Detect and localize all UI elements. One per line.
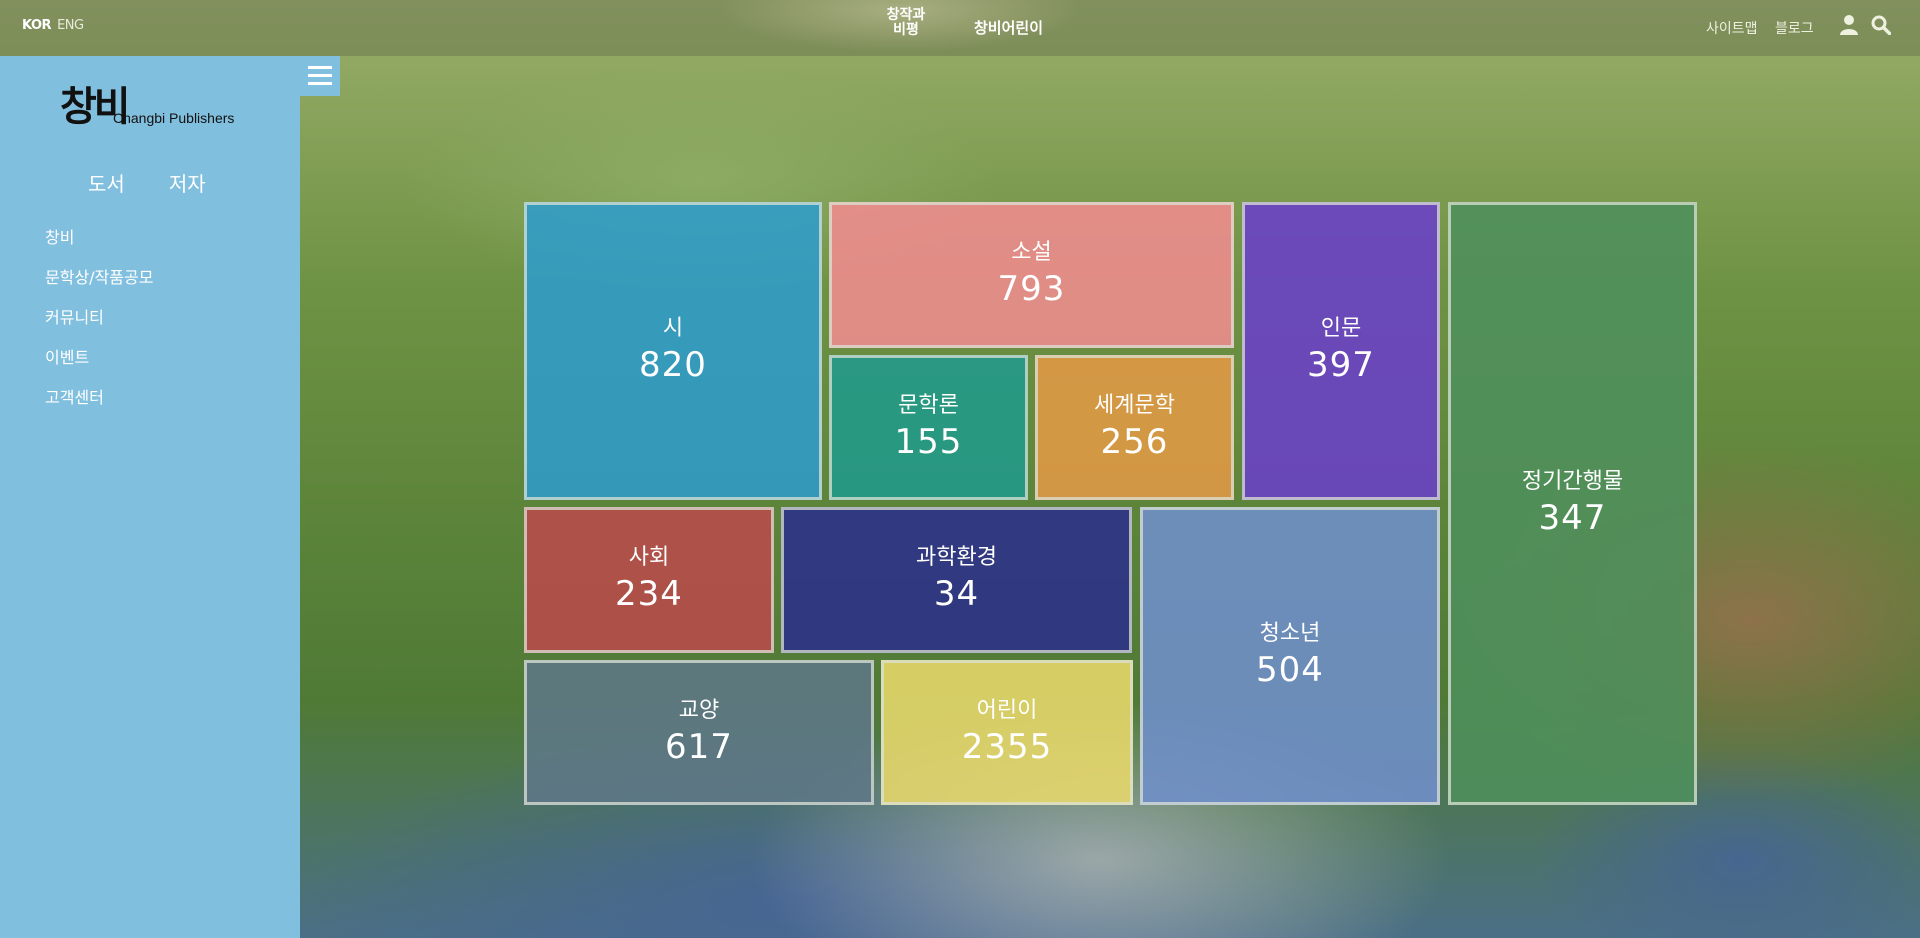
category-name: 교양: [678, 697, 720, 723]
lang-eng-link[interactable]: ENG: [57, 18, 84, 33]
category-tile[interactable]: 인문 397: [1242, 202, 1440, 500]
category-count: 820: [639, 345, 707, 385]
category-count: 793: [997, 269, 1066, 309]
category-count: 155: [894, 421, 963, 462]
tab-books[interactable]: 도서: [88, 172, 125, 196]
sitemap-link[interactable]: 사이트맵: [1706, 18, 1758, 38]
blog-link[interactable]: 블로그: [1775, 18, 1814, 38]
changbi-children-link[interactable]: 창비어린이: [974, 17, 1043, 38]
category-count: 2355: [961, 726, 1053, 767]
category-tile[interactable]: 과학환경 34: [781, 507, 1132, 653]
lang-kor-link[interactable]: KOR: [22, 18, 52, 33]
category-name: 세계문학: [1094, 392, 1175, 418]
sidebar-item-customer-center[interactable]: 고객센터: [45, 388, 153, 428]
sidebar-item-awards[interactable]: 문학상/작품공모: [45, 268, 153, 308]
category-name: 문학론: [898, 392, 959, 418]
category-tile[interactable]: 세계문학 256: [1035, 355, 1234, 500]
category-tile[interactable]: 문학론 155: [829, 355, 1028, 500]
sidebar-item-events[interactable]: 이벤트: [45, 348, 153, 388]
category-name: 어린이: [976, 697, 1038, 723]
search-icon[interactable]: [1871, 15, 1891, 35]
brand-a-line1: 창작과: [886, 7, 926, 23]
sidebar-tabs: 도서 저자: [88, 168, 250, 197]
category-name: 시: [662, 316, 684, 341]
menu-toggle-button[interactable]: [300, 56, 340, 96]
user-icon[interactable]: [1840, 14, 1858, 36]
sidebar: 창비 Changbi Publishers 도서 저자 창비 문학상/작품공모 커…: [0, 56, 300, 938]
sidebar-item-community[interactable]: 커뮤니티: [45, 308, 153, 348]
changjak-bipyeong-link[interactable]: 창작과 비평: [882, 8, 930, 38]
category-tile[interactable]: 사회 234: [524, 507, 774, 653]
category-count: 504: [1256, 650, 1324, 690]
top-bar: KOR ENG 창작과 비평 창비어린이 사이트맵 블로그: [0, 0, 1920, 56]
category-tile[interactable]: 정기간행물 347: [1448, 202, 1697, 805]
category-name: 과학환경: [916, 545, 997, 570]
logo-english: Changbi Publishers: [113, 110, 235, 126]
tab-authors[interactable]: 저자: [169, 172, 206, 196]
category-name: 청소년: [1259, 621, 1321, 646]
changbi-logo[interactable]: 창비 Changbi Publishers: [60, 74, 260, 134]
category-name: 인문: [1320, 316, 1362, 341]
sidebar-nav: 창비 문학상/작품공모 커뮤니티 이벤트 고객센터: [45, 228, 153, 428]
category-name: 사회: [628, 545, 670, 570]
category-tile[interactable]: 청소년 504: [1140, 507, 1440, 805]
category-tile[interactable]: 시 820: [524, 202, 822, 500]
category-name: 정기간행물: [1521, 468, 1624, 494]
hamburger-icon-bar: [308, 74, 332, 77]
category-tile[interactable]: 어린이 2355: [881, 660, 1133, 805]
category-name: 소설: [1011, 240, 1052, 265]
brand-a-line2: 비평: [893, 22, 919, 38]
category-count: 617: [665, 726, 733, 767]
language-switch: KOR ENG: [22, 18, 84, 33]
category-tile[interactable]: 교양 617: [524, 660, 874, 805]
sidebar-item-changbi[interactable]: 창비: [45, 228, 153, 268]
category-tile[interactable]: 소설 793: [829, 202, 1234, 348]
category-count: 234: [615, 574, 683, 614]
category-count: 397: [1307, 345, 1375, 385]
category-count: 256: [1100, 421, 1169, 462]
category-count: 34: [933, 574, 980, 614]
hamburger-icon: [308, 66, 332, 69]
category-count: 347: [1538, 497, 1607, 538]
hamburger-icon-bar: [308, 82, 332, 85]
